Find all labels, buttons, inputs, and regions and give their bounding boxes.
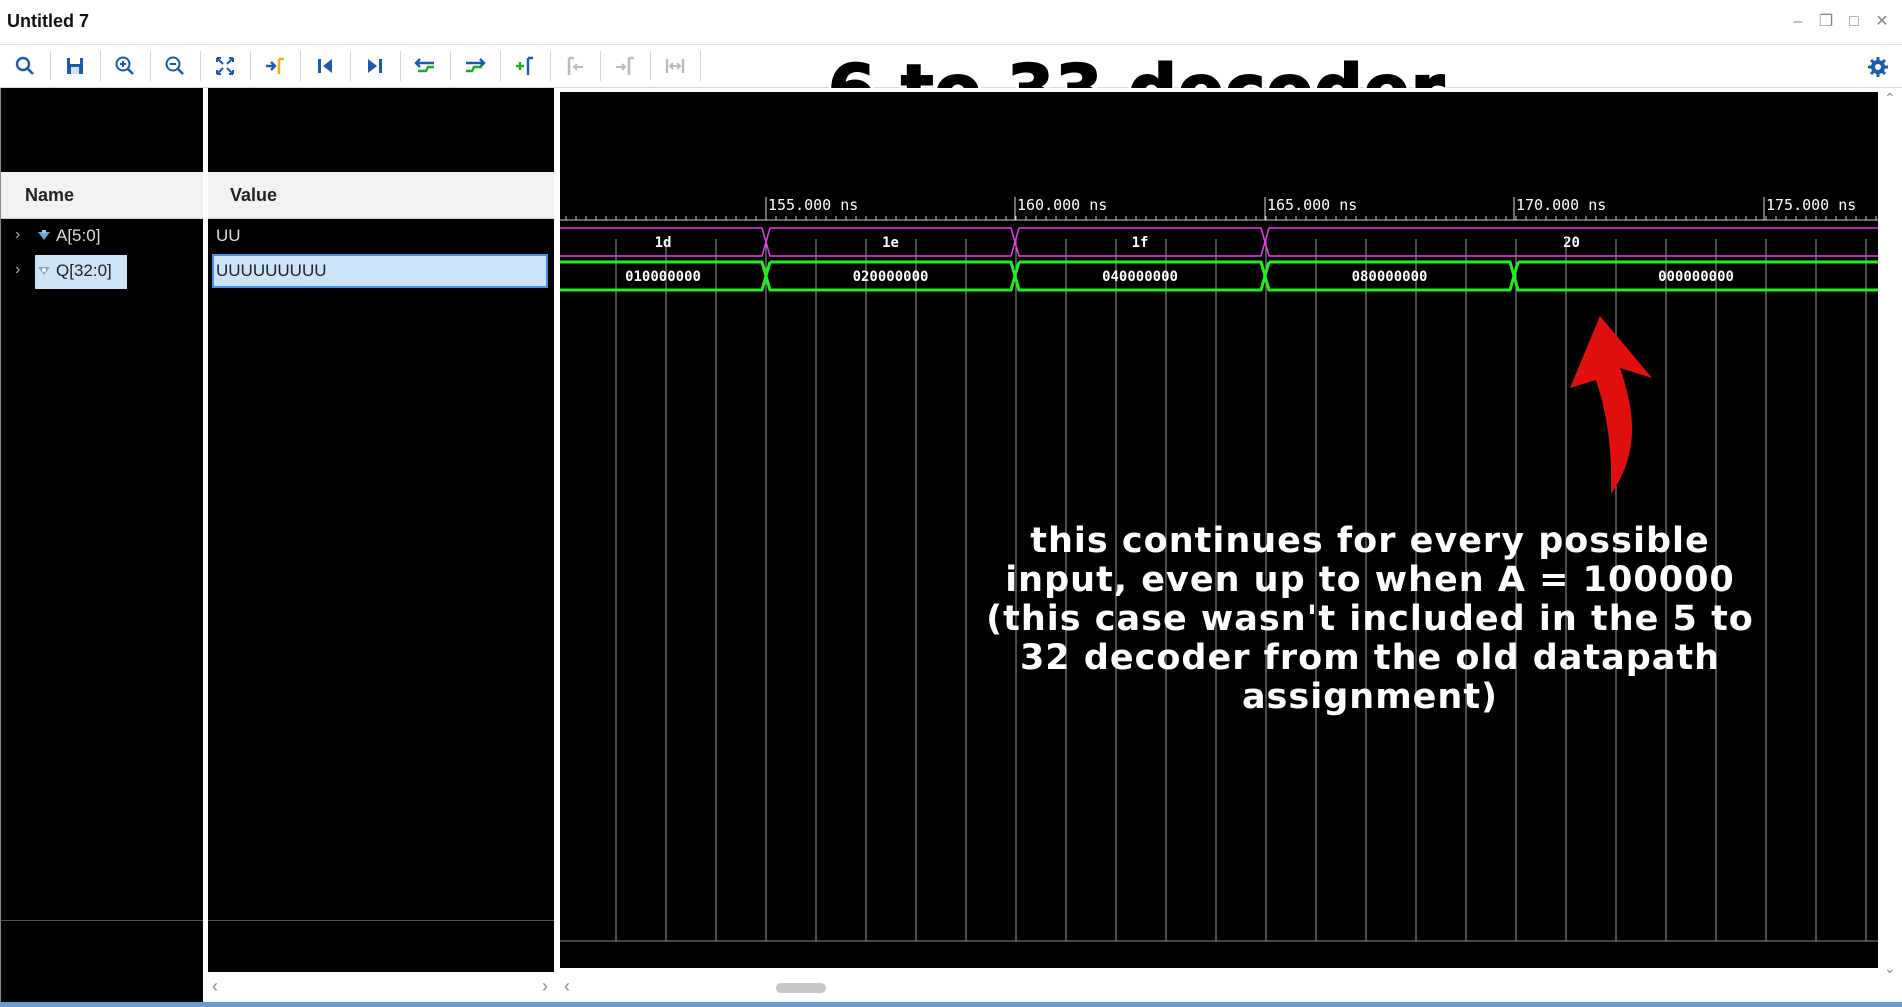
swap-cursors-icon bbox=[662, 53, 688, 79]
vertical-scrollbar[interactable]: ⌃ ⌄ bbox=[1880, 88, 1902, 1002]
waveform-canvas[interactable]: 155.000 ns 160.000 ns 165.000 ns 170.000 ns… bbox=[560, 92, 1878, 968]
time-tick-label: 165.000 ns bbox=[1267, 196, 1357, 214]
bus-q-value-label: 010000000 bbox=[625, 269, 701, 285]
go-to-start-icon[interactable] bbox=[312, 53, 338, 79]
minimize-icon[interactable]: – bbox=[1788, 12, 1808, 32]
bus-a-value-label: 20 bbox=[1563, 235, 1580, 251]
bus-q-value-label: 000000000 bbox=[1658, 269, 1734, 285]
values-horizontal-scrollbar[interactable]: ‹ › bbox=[208, 972, 554, 1002]
expand-chevron-icon[interactable]: › bbox=[15, 261, 20, 279]
annotation-arrow bbox=[1570, 316, 1652, 494]
signal-value-a: UU bbox=[216, 226, 241, 245]
time-tick-label: 160.000 ns bbox=[1017, 196, 1107, 214]
bus-q-value-label: 020000000 bbox=[853, 269, 929, 285]
waveform-window: Name › A[5:0] › Q[32:0] Value UU UUUUUUU… bbox=[0, 88, 1902, 1002]
bus-a-value-label: 1e bbox=[882, 235, 899, 251]
title-bar: Untitled 7 – ❐ □ ✕ bbox=[0, 0, 1902, 45]
close-icon[interactable]: ✕ bbox=[1872, 12, 1892, 32]
restore-icon[interactable]: ❐ bbox=[1816, 12, 1836, 32]
bus-q-value-label: 080000000 bbox=[1352, 269, 1428, 285]
bus-a-value-label: 1d bbox=[655, 235, 672, 251]
name-column-header[interactable]: Name bbox=[1, 172, 203, 219]
zoom-fit-icon[interactable] bbox=[212, 53, 238, 79]
zoom-in-icon[interactable] bbox=[112, 53, 138, 79]
value-column-header[interactable]: Value bbox=[208, 172, 554, 219]
go-to-cursor-icon[interactable] bbox=[262, 53, 288, 79]
search-icon[interactable] bbox=[12, 53, 38, 79]
bus-signal-icon bbox=[37, 264, 51, 278]
previous-marker-icon bbox=[562, 53, 588, 79]
signal-value-q: UUUUUUUUU bbox=[216, 261, 327, 280]
scroll-up-icon[interactable]: ⌃ bbox=[1884, 90, 1896, 107]
maximize-icon[interactable]: □ bbox=[1844, 12, 1864, 32]
window-bottom-border bbox=[0, 1002, 1902, 1007]
scroll-down-icon[interactable]: ⌄ bbox=[1884, 960, 1896, 977]
next-transition-icon[interactable] bbox=[462, 53, 488, 79]
time-tick-label: 155.000 ns bbox=[768, 196, 858, 214]
zoom-out-icon[interactable] bbox=[162, 53, 188, 79]
waveform-horizontal-scrollbar[interactable]: ‹ › bbox=[560, 972, 1902, 1002]
signal-name-a[interactable]: A[5:0] bbox=[56, 226, 100, 246]
signal-name-q[interactable]: Q[32:0] bbox=[56, 261, 112, 281]
signal-values-pane: Value UU UUUUUUUUU ‹ › bbox=[208, 88, 554, 1002]
bus-q-value-label: 040000000 bbox=[1102, 269, 1178, 285]
save-icon[interactable] bbox=[62, 53, 88, 79]
expand-chevron-icon[interactable]: › bbox=[15, 226, 20, 244]
signal-names-pane: Name › A[5:0] › Q[32:0] bbox=[0, 88, 203, 1002]
scroll-left-icon[interactable]: ‹ bbox=[564, 976, 570, 997]
add-marker-icon[interactable] bbox=[512, 53, 538, 79]
scroll-left-icon[interactable]: ‹ bbox=[212, 976, 218, 997]
waveform-toolbar: 6 to 33 decoder bbox=[0, 45, 1902, 131]
time-tick-label: 175.000 ns bbox=[1766, 196, 1856, 214]
value-header-label: Value bbox=[230, 185, 278, 205]
name-header-label: Name bbox=[25, 185, 75, 205]
time-tick-label: 170.000 ns bbox=[1516, 196, 1606, 214]
scroll-right-icon[interactable]: › bbox=[542, 976, 548, 997]
bus-a-value-label: 1f bbox=[1132, 235, 1149, 251]
next-marker-icon bbox=[612, 53, 638, 79]
bus-signal-icon bbox=[37, 229, 51, 243]
window-title: Untitled 7 bbox=[7, 11, 90, 31]
annotation-text: this continues for every possible input,… bbox=[986, 521, 1754, 717]
scroll-thumb[interactable] bbox=[776, 983, 826, 993]
previous-transition-icon[interactable] bbox=[412, 53, 438, 79]
go-to-end-icon[interactable] bbox=[362, 53, 388, 79]
settings-gear-icon[interactable] bbox=[1866, 55, 1890, 79]
